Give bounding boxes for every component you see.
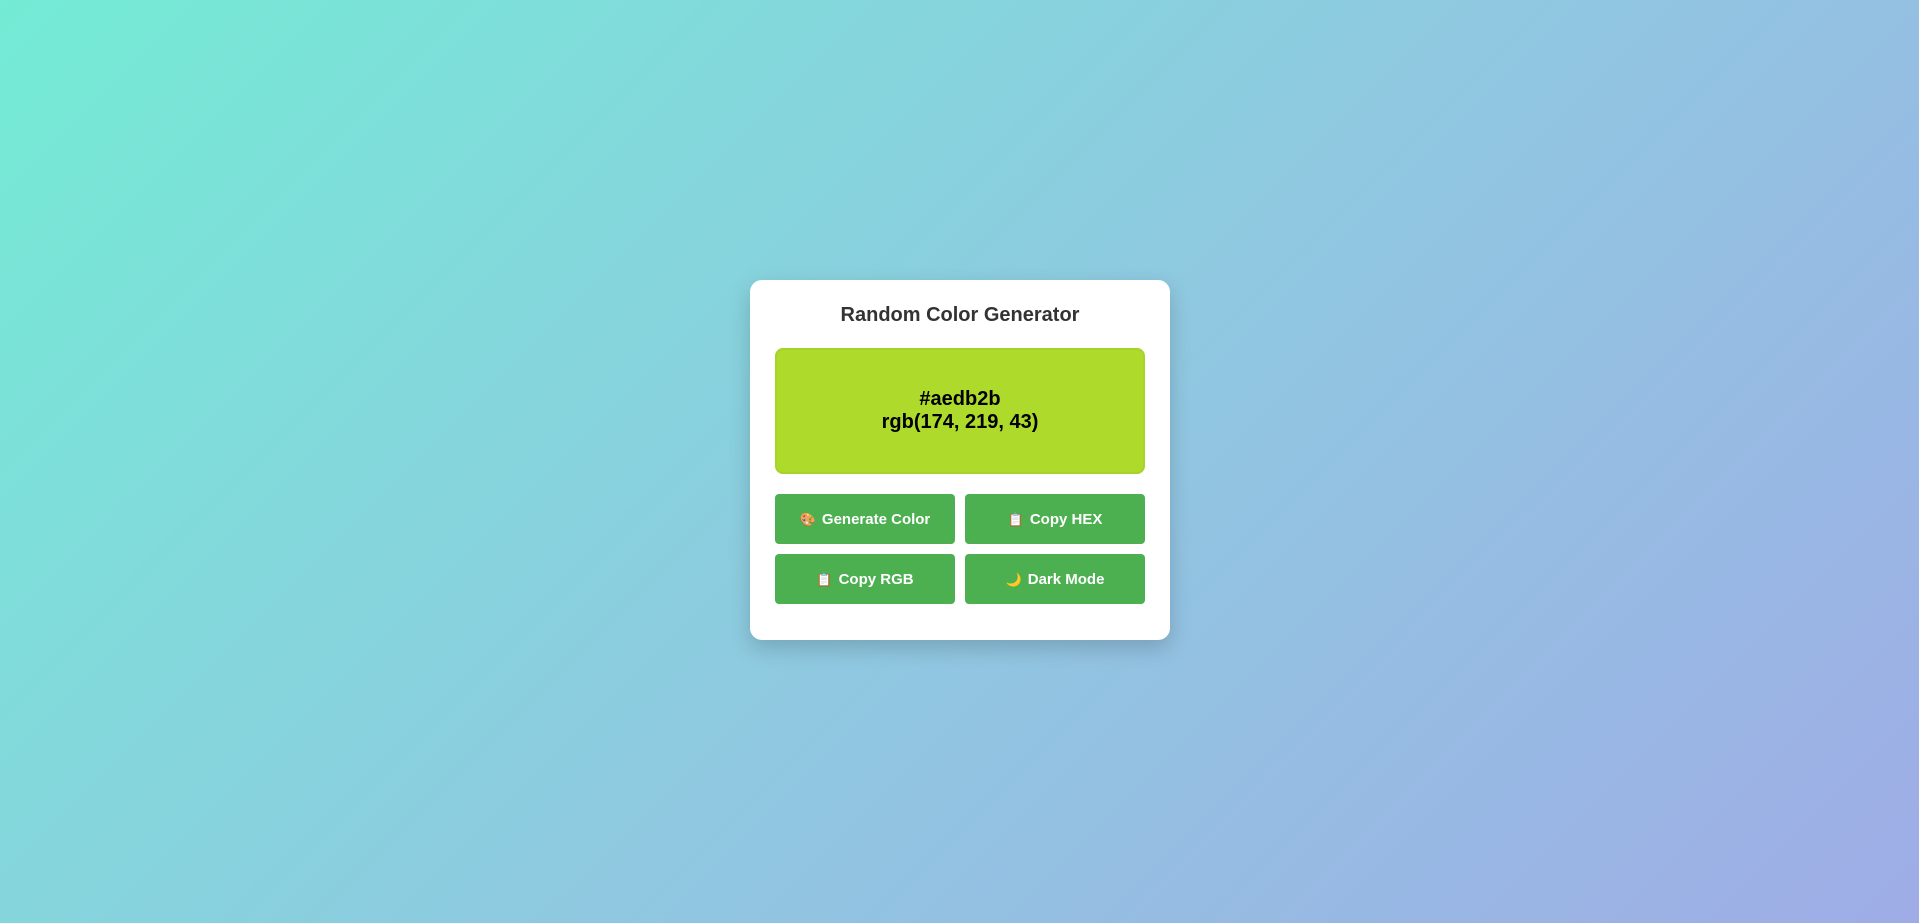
- clipboard-icon: 📋: [816, 571, 833, 587]
- page-title: Random Color Generator: [840, 304, 1080, 326]
- rgb-value: rgb(174, 219, 43): [881, 411, 1039, 433]
- copy-rgb-label: Copy RGB: [838, 570, 914, 588]
- copy-hex-label: Copy HEX: [1029, 510, 1103, 528]
- palette-icon: 🎨: [799, 511, 816, 527]
- generate-color-label: Generate Color: [821, 510, 931, 528]
- hex-value: #aedb2b: [919, 388, 1001, 410]
- dark-mode-label: Dark Mode: [1027, 570, 1105, 588]
- copy-hex-button[interactable]: 📋 Copy HEX: [965, 494, 1145, 544]
- dark-mode-button[interactable]: 🌙 Dark Mode: [965, 554, 1145, 604]
- clipboard-icon: 📋: [1007, 511, 1024, 527]
- moon-icon: 🌙: [1005, 571, 1022, 587]
- button-grid: 🎨 Generate Color 📋 Copy HEX 📋 Copy RGB 🌙…: [775, 494, 1145, 604]
- generate-color-button[interactable]: 🎨 Generate Color: [775, 494, 955, 544]
- color-swatch: #aedb2b rgb(174, 219, 43): [775, 348, 1145, 474]
- color-generator-card: Random Color Generator #aedb2b rgb(174, …: [750, 280, 1170, 640]
- copy-rgb-button[interactable]: 📋 Copy RGB: [775, 554, 955, 604]
